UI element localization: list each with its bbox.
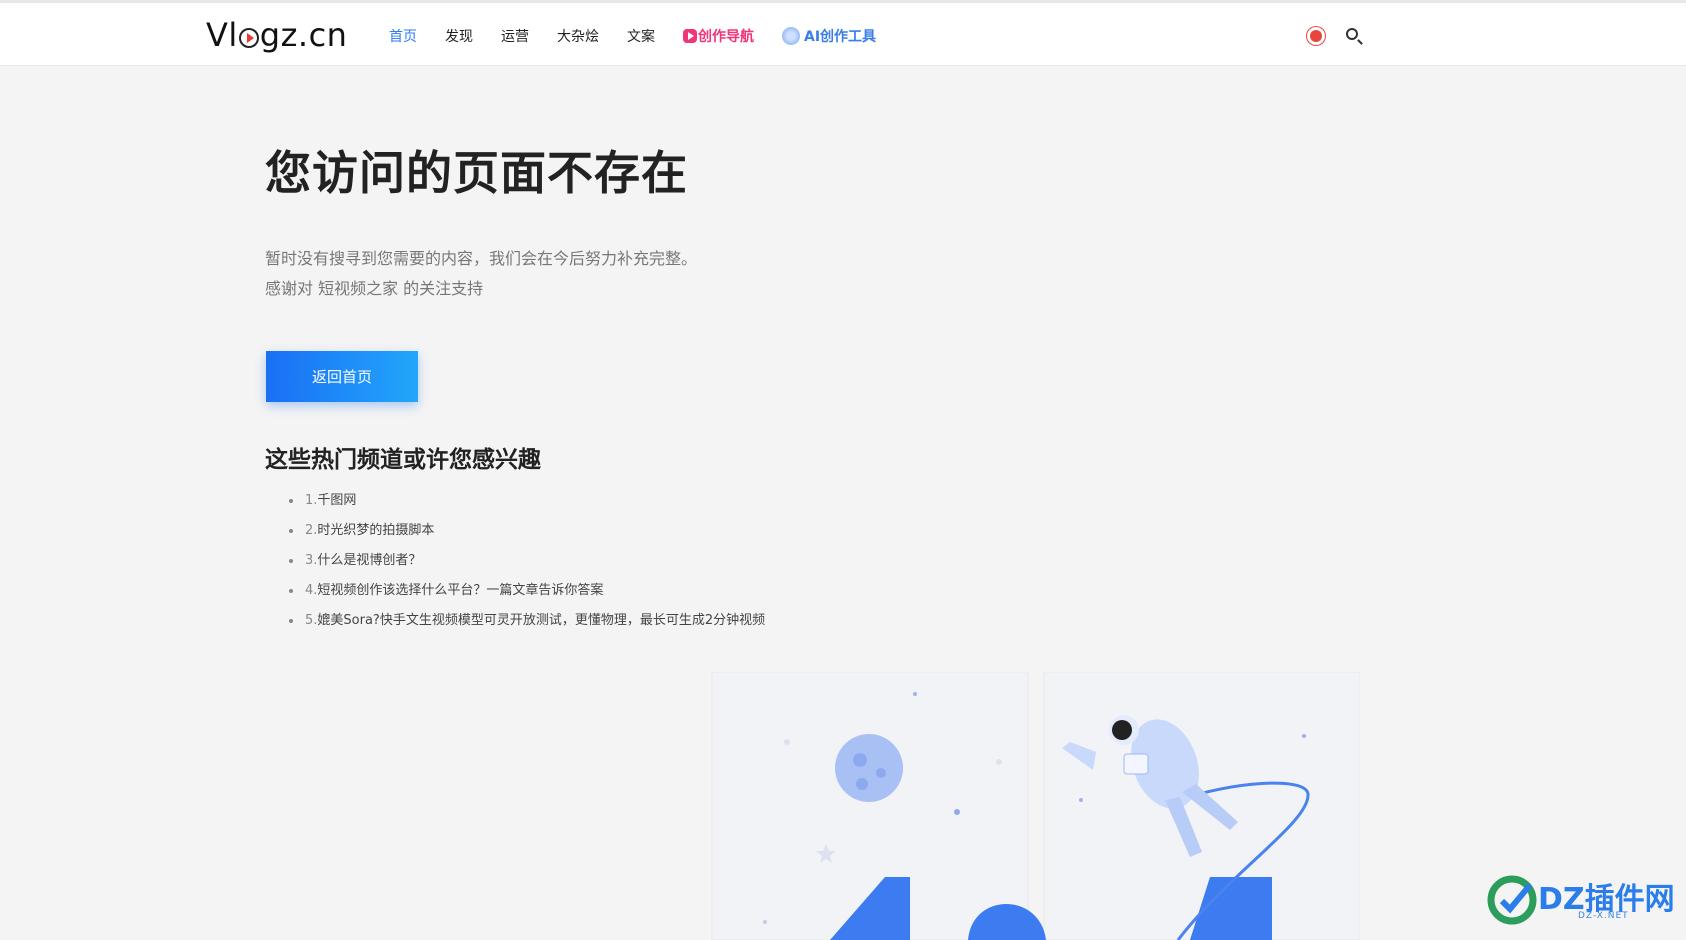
ai-icon xyxy=(782,27,800,45)
list-item-num: 5. xyxy=(305,613,318,628)
list-item-text: 千图网 xyxy=(317,493,357,508)
list-item-text: 什么是视博创者？ xyxy=(317,553,422,568)
nav-item-discover[interactable]: 发现 xyxy=(445,26,473,46)
watermark-logo-icon xyxy=(1487,875,1537,925)
back-home-button[interactable]: 返回首页 xyxy=(266,351,418,402)
list-item-num: 2. xyxy=(305,523,318,538)
page-title: 您访问的页面不存在 xyxy=(265,146,688,200)
main-nav: 首页 发现 运营 大杂烩 文案 创作导航 AI创作工具 xyxy=(389,3,904,69)
logo-text-end: gz.cn xyxy=(259,16,348,54)
top-navbar: Vl gz.cn 首页 发现 运营 大杂烩 文案 创作导航 AI创作工具 xyxy=(0,0,1686,66)
nav-item-home[interactable]: 首页 xyxy=(389,26,417,46)
channel-list: 1.千图网 2.时光织梦的拍摄脚本 3.什么是视博创者？ 4.短视频创作该选择什… xyxy=(289,486,765,636)
description-line-2: 感谢对 短视频之家 的关注支持 xyxy=(265,279,484,298)
nav-item-copywriting[interactable]: 文案 xyxy=(627,26,655,46)
404-astronaut-illustration xyxy=(711,672,1360,940)
list-item-num: 3. xyxy=(305,553,318,568)
description-line-1: 暂时没有搜寻到您需要的内容，我们会在今后努力补充完整。 xyxy=(265,249,698,268)
channels-heading: 这些热门频道或许您感兴趣 xyxy=(265,447,541,473)
list-item-text: 媲美Sora?快手文生视频模型可灵开放测试，更懂物理，最长可生成2分钟视频 xyxy=(317,613,766,628)
nav-item-misc[interactable]: 大杂烩 xyxy=(557,26,599,46)
site-logo[interactable]: Vl gz.cn xyxy=(206,17,347,53)
list-item[interactable]: 4.短视频创作该选择什么平台？一篇文章告诉你答案 xyxy=(289,576,765,606)
page-description: 暂时没有搜寻到您需要的内容，我们会在今后努力补充完整。 感谢对 短视频之家 的关… xyxy=(265,244,697,304)
logo-text-start: Vl xyxy=(206,16,238,54)
list-item[interactable]: 3.什么是视博创者？ xyxy=(289,546,765,576)
logo-play-icon xyxy=(238,28,259,48)
list-item-text: 短视频创作该选择什么平台？一篇文章告诉你答案 xyxy=(317,583,604,598)
theme-toggle-sun-icon[interactable] xyxy=(1310,30,1322,42)
search-icon[interactable] xyxy=(1346,28,1358,40)
moon-icon xyxy=(835,734,903,802)
nav-item-creation-guide-label: 创作导航 xyxy=(698,29,754,45)
list-item-text: 时光织梦的拍摄脚本 xyxy=(317,523,435,538)
nav-item-creation-guide[interactable]: 创作导航 xyxy=(683,26,754,46)
list-item[interactable]: 5.媲美Sora?快手文生视频模型可灵开放测试，更懂物理，最长可生成2分钟视频 xyxy=(289,606,765,636)
list-item[interactable]: 1.千图网 xyxy=(289,486,765,516)
nav-item-ai-tools[interactable]: AI创作工具 xyxy=(782,26,876,46)
play-icon xyxy=(683,29,697,43)
watermark-subtext: DZ-X.NET xyxy=(1578,911,1629,921)
nav-item-operation[interactable]: 运营 xyxy=(501,26,529,46)
list-item[interactable]: 2.时光织梦的拍摄脚本 xyxy=(289,516,765,546)
list-item-num: 1. xyxy=(305,493,318,508)
nav-item-ai-tools-label: AI创作工具 xyxy=(804,29,877,45)
list-item-num: 4. xyxy=(305,583,318,598)
